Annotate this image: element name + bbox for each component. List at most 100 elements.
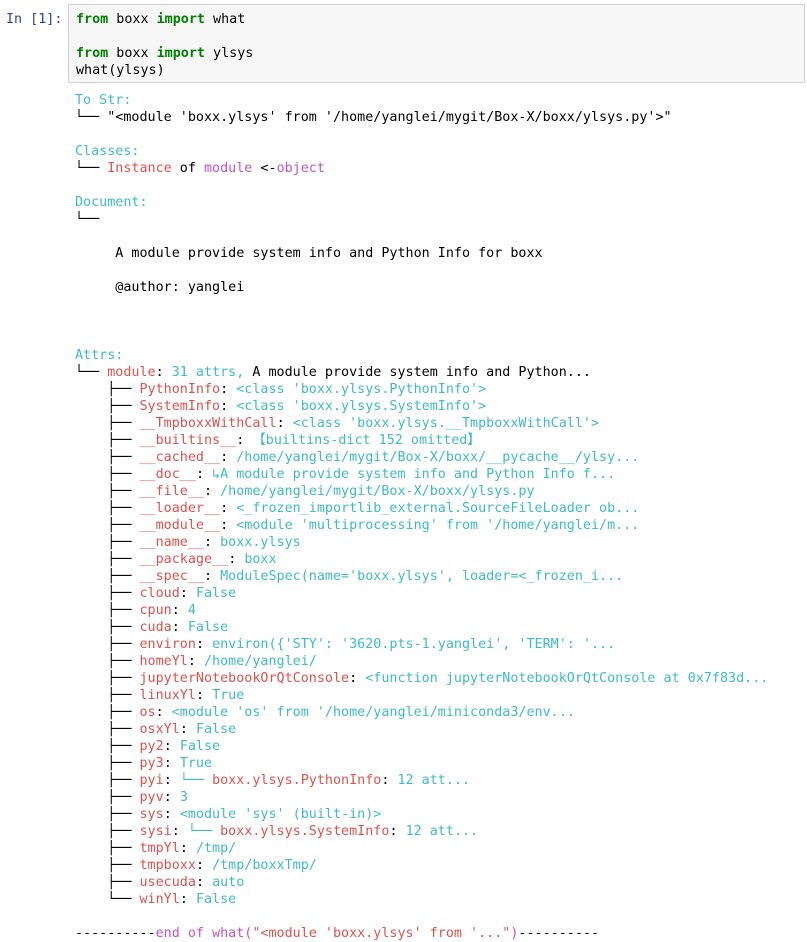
output-line-segment: of bbox=[171, 161, 204, 176]
code-cell-input[interactable]: from boxx import what from boxx import y… bbox=[68, 4, 805, 83]
output-line-segment: py2 bbox=[139, 739, 164, 754]
output-line-segment: <class 'boxx.ylsys.SystemInfo'> bbox=[236, 399, 487, 414]
output-line: To Str: bbox=[75, 92, 805, 109]
output-line: ├── py3: True bbox=[75, 755, 805, 772]
output-line-segment: To Str: bbox=[75, 93, 132, 108]
output-line-segment: : bbox=[195, 467, 213, 482]
output-line-segment: ├── bbox=[75, 756, 140, 771]
output-line-segment: homeYl bbox=[139, 654, 188, 669]
output-line-segment: ├── bbox=[75, 603, 140, 618]
output-line-segment: : bbox=[155, 365, 172, 380]
output-line-segment: ├── bbox=[75, 586, 140, 601]
output-line-segment: module bbox=[107, 365, 156, 380]
output-line: ├── cuda: False bbox=[75, 619, 805, 636]
output-line-segment: Instance bbox=[107, 161, 172, 176]
output-line-segment: ├── bbox=[75, 484, 140, 499]
output-line-segment: cpun bbox=[139, 603, 172, 618]
output-line: ├── __spec__: ModuleSpec(name='boxx.ylsy… bbox=[75, 568, 805, 585]
output-line-segment: tmpboxx bbox=[139, 858, 196, 873]
output-line-segment: : bbox=[163, 773, 180, 788]
output-line-segment: /home/yanglei/mygit/Box-X/boxx/ylsys.py bbox=[220, 484, 535, 499]
output-line: ├── py2: False bbox=[75, 738, 805, 755]
output-line-segment: <function jupyterNotebookOrQtConsole at … bbox=[365, 671, 769, 686]
output-line-segment: __cached__ bbox=[139, 450, 221, 465]
output-line: └── Instance of module <-object bbox=[75, 160, 805, 177]
output-line-segment: <module 'os' from '/home/yanglei/minicon… bbox=[171, 705, 575, 720]
output-line-segment: end of what( bbox=[155, 926, 253, 941]
output-line: ├── pyv: 3 bbox=[75, 789, 805, 806]
output-line: ├── tmpboxx: /tmp/boxxTmp/ bbox=[75, 857, 805, 874]
output-line-segment: True bbox=[212, 688, 245, 703]
output-line-segment: /tmp/ bbox=[195, 841, 237, 856]
code-line-segment: import bbox=[156, 46, 205, 61]
output-line-segment: └── bbox=[75, 892, 140, 907]
output-line: ├── __loader__: <_frozen_importlib_exter… bbox=[75, 500, 805, 517]
output-line: ├── linuxYl: True bbox=[75, 687, 805, 704]
output-line-segment: False bbox=[195, 722, 237, 737]
output-line: ├── __cached__: /home/yanglei/mygit/Box-… bbox=[75, 449, 805, 466]
output-line: ├── __doc__: ↳A module provide system in… bbox=[75, 466, 805, 483]
output-line-segment: auto bbox=[212, 875, 245, 890]
output-line-segment: ├── bbox=[75, 637, 140, 652]
output-line-segment: PythonInfo bbox=[139, 382, 221, 397]
output-line-segment: environ({'STY': '3620.pts-1.yanglei', 'T… bbox=[212, 637, 616, 652]
output-line-segment: ├── bbox=[75, 382, 140, 397]
output-line-segment: 12 att... bbox=[397, 773, 471, 788]
output-line-segment: environ bbox=[139, 637, 196, 652]
output-line-segment: ├── bbox=[75, 569, 140, 584]
output-line: ├── usecuda: auto bbox=[75, 874, 805, 891]
code-line-segment: boxx bbox=[108, 46, 157, 61]
output-line-segment: ├── bbox=[75, 671, 140, 686]
output-line-segment: boxx.ylsys.SystemInfo bbox=[220, 824, 390, 839]
output-line: └── winYl: False bbox=[75, 891, 805, 908]
output-line-segment: __TmpboxxWithCall bbox=[139, 416, 277, 431]
output-line-segment: pyi bbox=[139, 773, 164, 788]
output-line-segment: : bbox=[163, 807, 180, 822]
output-line-segment: osxYl bbox=[139, 722, 180, 737]
output-line: └── "<module 'boxx.ylsys' from '/home/ya… bbox=[75, 109, 805, 126]
output-line-segment: └── bbox=[75, 161, 108, 176]
output-line-segment: <module 'multiprocessing' from '/home/ya… bbox=[236, 518, 640, 533]
output-line-segment: ) bbox=[510, 926, 519, 941]
output-line-segment: boxx.ylsys bbox=[220, 535, 301, 550]
output-line: ├── __package__: boxx bbox=[75, 551, 805, 568]
output-line-segment: A module provide system info and Python.… bbox=[244, 365, 591, 380]
output-line: ├── cpun: 4 bbox=[75, 602, 805, 619]
output-line-segment: object bbox=[276, 161, 325, 176]
output-line-segment: : bbox=[220, 501, 237, 516]
output-line-segment: jupyterNotebookOrQtConsole bbox=[139, 671, 350, 686]
output-line-segment: /tmp/boxxTmp/ bbox=[212, 858, 317, 873]
output-line-segment: : bbox=[204, 535, 221, 550]
output-line-segment: <module 'sys' (built-in)> bbox=[179, 807, 382, 822]
output-line-segment: └── bbox=[75, 365, 108, 380]
code-line: from boxx import what bbox=[76, 11, 804, 28]
output-line: ├── PythonInfo: <class 'boxx.ylsys.Pytho… bbox=[75, 381, 805, 398]
output-line-segment: : bbox=[220, 518, 237, 533]
output-line: ├── jupyterNotebookOrQtConsole: <functio… bbox=[75, 670, 805, 687]
output-line-segment: : bbox=[195, 858, 213, 873]
output-line: ├── cloud: False bbox=[75, 585, 805, 602]
output-line: ├── sys: <module 'sys' (built-in)> bbox=[75, 806, 805, 823]
output-line-segment: ├── bbox=[75, 654, 140, 669]
output-line-segment: A module provide system info and Python … bbox=[75, 246, 543, 261]
output-line-segment: 4 bbox=[187, 603, 196, 618]
output-line-segment: : bbox=[155, 705, 172, 720]
output-line: ├── __builtins__: 【builtins-dict 152 omi… bbox=[75, 432, 805, 449]
output-line: ├── os: <module 'os' from '/home/yanglei… bbox=[75, 704, 805, 721]
output-line: └── bbox=[75, 211, 805, 228]
output-line-segment: __package__ bbox=[139, 552, 229, 567]
code-line-segment: from bbox=[76, 46, 109, 61]
output-line: ├── pyi: └── boxx.ylsys.PythonInfo: 12 a… bbox=[75, 772, 805, 789]
output-line-segment: : bbox=[381, 773, 398, 788]
output-line-segment: ├── bbox=[75, 535, 140, 550]
output-line-segment: SystemInfo bbox=[139, 399, 221, 414]
output-line-segment: 12 att... bbox=[405, 824, 479, 839]
output-line-segment: ├── bbox=[75, 518, 140, 533]
output-line-segment: sysi bbox=[139, 824, 172, 839]
